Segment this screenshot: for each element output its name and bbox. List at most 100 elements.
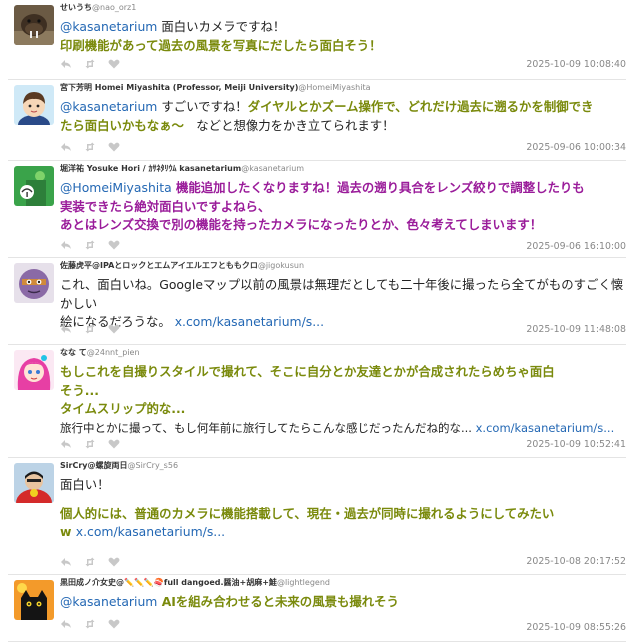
reply-feed: せいうち@nao_orz1 @kasanetarium 面白いカメラですね！ 印刷機… [0,0,632,642]
avatar[interactable] [14,350,54,390]
reply-item[interactable]: 佐藤虎平@IPAとロックとエムアイエルエフとももクロ@jigokusun これ、面… [8,258,626,345]
timestamp[interactable]: 2025-10-09 11:48:08 [526,324,626,336]
action-bar [60,322,120,336]
author-line: 黒田成ノ介女史@✏️✏️✏️🍣full dangoed.醤油+胡麻+鮭@ligh… [60,577,626,589]
reply-icon[interactable] [60,557,72,567]
url-link[interactable]: x.com/kasanetarium/s... [476,421,615,435]
author-handle[interactable]: @24nnt_pien [87,348,140,357]
reply-item[interactable]: せいうち@nao_orz1 @kasanetarium 面白いカメラですね！ 印刷機… [8,0,626,80]
text-line: これ、面白いね。Googleマップ以前の風景は無理だとしても二十年後に撮ったら全… [60,276,624,313]
retweet-icon[interactable] [84,240,96,250]
author-name[interactable]: 佐藤虎平@IPAとロックとエムアイエルエフとももクロ [60,261,258,270]
like-icon[interactable] [108,240,120,250]
avatar[interactable] [14,263,54,303]
mention-link[interactable]: @kasanetarium [60,99,157,114]
text-line: w x.com/kasanetarium/s... [60,523,624,542]
retweet-icon[interactable] [84,557,96,567]
author-handle[interactable]: @SirCry_s56 [127,461,178,470]
reply-item[interactable]: 堀洋祐 Yosuke Hori / ｶｻﾈﾀﾘｳﾑ kasanetarium@k… [8,161,626,258]
author-handle[interactable]: @jigokusun [258,261,304,270]
author-handle[interactable]: @lightlegend [277,578,330,587]
reply-icon[interactable] [60,240,72,250]
text-line: たら面白いかもなぁ〜 などと想像力をかき立てられます！ [60,117,624,136]
highlighted-text: タイムスリップ的な... [60,401,186,417]
timestamp[interactable]: 2025-10-09 10:08:40 [526,59,626,71]
avatar[interactable] [14,463,54,503]
highlighted-text: もしこれを自撮りスタイルで撮れて、そこに自分とか友達とかが合成されたらめちゃ面白 [60,364,555,379]
author-line: SirCry@螺旋両日@SirCry_s56 [60,460,626,472]
timestamp[interactable]: 2025-10-09 08:55:26 [526,622,626,634]
like-icon[interactable] [108,439,120,449]
reply-icon[interactable] [60,619,72,629]
url-link[interactable]: x.com/kasanetarium/s... [76,524,225,539]
highlighted-text: 機能追加したくなりますね！過去の遡り具合をレンズ絞りで調整したりも [171,180,585,195]
highlighted-text: あとはレンズ交換で別の機能を持ったカメラになったりとか、色々考えてしまいます！ [60,217,543,233]
action-bar [60,57,120,71]
reply-text: @kasanetarium 面白いカメラですね！ 印刷機能があって過去の風景を写真… [60,18,624,55]
text-line: 面白い！ [60,476,624,495]
reply-icon[interactable] [60,439,72,449]
author-line: 佐藤虎平@IPAとロックとエムアイエルエフとももクロ@jigokusun [60,260,626,272]
timestamp[interactable]: 2025-10-08 20:17:52 [526,556,626,568]
author-name[interactable]: なな て [60,348,87,357]
like-icon[interactable] [108,59,120,69]
reply-icon[interactable] [60,59,72,69]
timestamp[interactable]: 2025-10-09 10:52:41 [526,439,626,451]
action-bar [60,555,120,569]
retweet-icon[interactable] [84,324,96,334]
author-line: 宮下芳明 Homei Miyashita (Professor, Meiji U… [60,82,626,94]
retweet-icon[interactable] [84,142,96,152]
body-text: 面白い！ [60,477,110,492]
reply-text: @kasanetarium すごいですね！ダイヤルとかズーム操作で、どれだけ過去… [60,98,624,135]
like-icon[interactable] [108,142,120,152]
author-name[interactable]: せいうち [60,3,92,12]
highlighted-text: そう... [60,382,99,398]
timestamp[interactable]: 2025-09-06 16:10:00 [526,241,626,253]
action-bar [60,617,120,631]
avatar[interactable] [14,85,54,125]
avatar[interactable] [14,166,54,206]
author-name[interactable]: 宮下芳明 Homei Miyashita (Professor, Meiji U… [60,83,298,92]
url-link[interactable]: x.com/kasanetarium/s... [175,314,324,329]
body-text: これ、面白いね。Googleマップ以前の風景は無理だとしても二十年後に撮ったら全… [60,277,624,311]
highlighted-text: 印刷機能があって過去の風景を写真にだしたら面白そう！ [60,37,382,53]
author-name[interactable]: 堀洋祐 Yosuke Hori / ｶｻﾈﾀﾘｳﾑ kasanetarium [60,164,241,173]
retweet-icon[interactable] [84,59,96,69]
author-handle[interactable]: @nao_orz1 [92,3,136,12]
retweet-icon[interactable] [84,439,96,449]
mention-link[interactable]: @kasanetarium [60,594,157,609]
author-name[interactable]: 黒田成ノ介女史@✏️✏️✏️🍣full dangoed.醤油+胡麻+鮭 [60,578,277,587]
like-icon[interactable] [108,557,120,567]
mention-link[interactable]: @HomeiMiyashita [60,180,172,195]
highlighted-text: 実装できたら絶対面白いですよねら、 [60,198,271,214]
highlighted-text: AIを組み合わせると未来の風景も撮れそう [157,594,399,609]
avatar[interactable] [14,580,54,620]
text-line: 実装できたら絶対面白いですよねら、 [60,198,624,217]
reply-item[interactable]: 黒田成ノ介女史@✏️✏️✏️🍣full dangoed.醤油+胡麻+鮭@ligh… [8,575,626,642]
avatar[interactable] [14,5,54,45]
reply-icon[interactable] [60,324,72,334]
reply-icon[interactable] [60,142,72,152]
like-icon[interactable] [108,324,120,334]
text-line: 印刷機能があって過去の風景を写真にだしたら面白そう！ [60,37,624,56]
author-handle[interactable]: @HomeiMiyashita [298,83,370,92]
highlighted-text: w [60,524,76,540]
reply-item[interactable]: なな て@24nnt_pien もしこれを自撮りスタイルで撮れて、そこに自分とか友… [8,345,626,458]
reply-item[interactable]: 宮下芳明 Homei Miyashita (Professor, Meiji U… [8,80,626,161]
timestamp[interactable]: 2025-09-06 10:00:34 [526,142,626,154]
author-name[interactable]: SirCry@螺旋両日 [60,461,127,470]
reply-item[interactable]: SirCry@螺旋両日@SirCry_s56 面白い！ 個人的には、普通のカメラに機… [8,458,626,575]
highlighted-text: 個人的には、普通のカメラに機能搭載して、現在・過去が同時に撮れるようにしてみたい [60,505,555,521]
reply-text: @kasanetarium AIを組み合わせると未来の風景も撮れそう [60,593,624,612]
text-line: @kasanetarium 面白いカメラですね！ [60,18,624,37]
author-handle[interactable]: @kasanetarium [241,164,304,173]
like-icon[interactable] [108,619,120,629]
mention-link[interactable]: @kasanetarium [60,19,157,34]
body-text: などと想像力をかき立てられます！ [183,117,395,133]
retweet-icon[interactable] [84,619,96,629]
text-line: @kasanetarium AIを組み合わせると未来の風景も撮れそう [60,593,624,612]
action-bar [60,238,120,252]
reply-text: @HomeiMiyashita 機能追加したくなりますね！過去の遡り具合をレンズ… [60,179,624,235]
text-line: もしこれを自撮りスタイルで撮れて、そこに自分とか友達とかが合成されたらめちゃ面白 [60,363,624,382]
